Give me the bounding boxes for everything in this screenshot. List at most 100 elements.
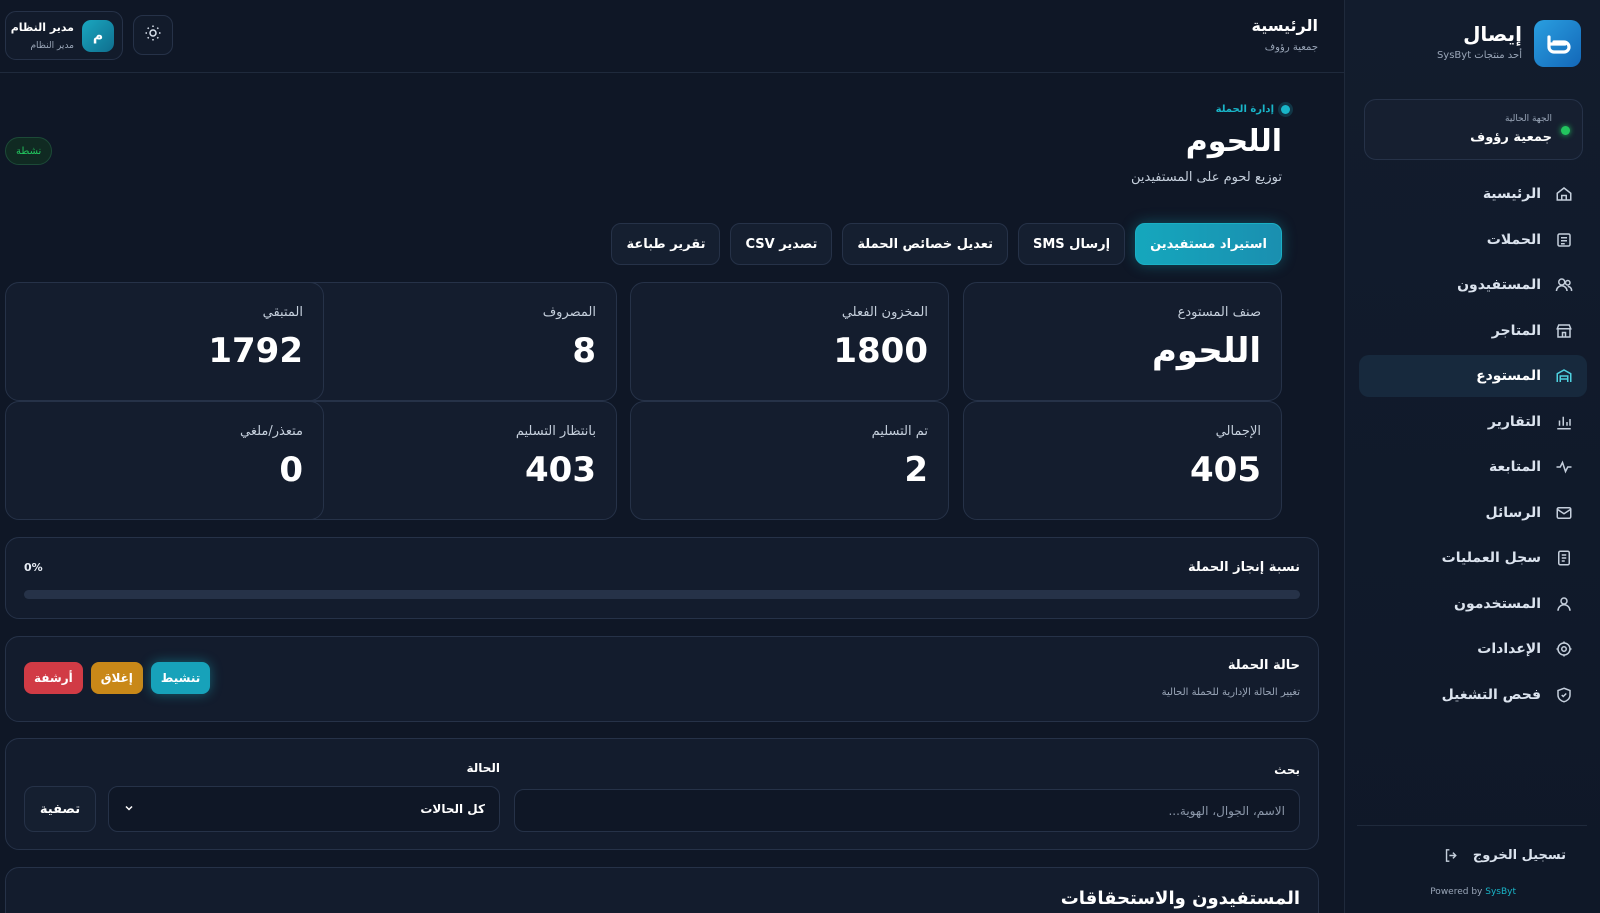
sidebar-item-label: المتابعة — [1488, 459, 1541, 475]
sidebar-item-label: المستخدمون — [1454, 595, 1541, 612]
status-select-value: كل الحالات — [420, 802, 485, 816]
stat-card-stock: المخزون الفعلي 1800 — [630, 282, 949, 401]
stat-card-remaining: المتبقي 1792 — [5, 282, 324, 401]
sidebar-item-health-check[interactable]: فحص التشغيل — [1359, 674, 1587, 716]
stat-card-spent: المصروف 8 — [298, 282, 617, 401]
sidebar-item-messages[interactable]: الرسائل — [1359, 492, 1587, 534]
log-icon — [1555, 549, 1573, 567]
edit-campaign-button[interactable]: تعديل خصائص الحملة — [842, 223, 1008, 265]
breadcrumb-label[interactable]: إدارة الحملة — [1216, 104, 1274, 115]
sidebar-item-beneficiaries[interactable]: المستفيدون — [1359, 264, 1587, 306]
beneficiaries-panel: المستفيدون والاستحقاقات — [5, 867, 1319, 913]
stat-label: متعذر/ملغي — [239, 424, 303, 439]
current-entity-card[interactable]: الجهة الحالية جمعية رؤوف — [1364, 99, 1583, 160]
close-campaign-button[interactable]: إغلاق — [90, 662, 143, 694]
breadcrumb: إدارة الحملة — [1216, 104, 1290, 115]
action-toolbar: استيراد مستفيدين إرسال SMS تعديل خصائص ا… — [611, 223, 1282, 265]
search-input[interactable] — [514, 789, 1300, 832]
user-role: مدير النظام — [30, 41, 74, 51]
breadcrumb-dot — [1281, 105, 1290, 114]
stat-value: 0 — [279, 450, 303, 490]
progress-title: نسبة إنجاز الحملة — [1187, 560, 1300, 575]
sidebar-item-stores[interactable]: المتاجر — [1359, 310, 1587, 352]
logout-icon — [1443, 846, 1461, 864]
stat-value: 1800 — [833, 331, 928, 371]
send-sms-button[interactable]: إرسال SMS — [1017, 223, 1126, 265]
campaign-status-subtitle: تغيير الحالة الإدارية للحملة الحالية — [1161, 687, 1300, 698]
powered-by-prefix: Powered by — [1430, 887, 1486, 897]
sidebar-item-settings[interactable]: الإعدادات — [1359, 628, 1587, 670]
activate-button[interactable]: تنشيط — [150, 662, 211, 694]
user-name: مدير النظام — [10, 21, 74, 34]
shield-icon — [1555, 686, 1573, 704]
sidebar-item-label: المتاجر — [1491, 322, 1541, 339]
stat-label: تم التسليم — [871, 424, 928, 439]
gear-icon — [1555, 640, 1573, 658]
sidebar-item-reports[interactable]: التقارير — [1359, 401, 1587, 443]
sidebar-item-campaigns[interactable]: الحملات — [1359, 219, 1587, 261]
search-label: بحث — [1274, 763, 1300, 777]
logout-button[interactable]: تسجيل الخروج — [1443, 846, 1566, 864]
campaigns-icon — [1555, 231, 1573, 249]
sidebar-item-label: الرئيسية — [1482, 186, 1541, 202]
stat-value: اللحوم — [1151, 331, 1261, 371]
stat-label: بانتظار التسليم — [515, 424, 596, 439]
sidebar: إيصال أحد منتجات SysByt الجهة الحالية جم… — [1344, 0, 1600, 913]
sidebar-item-label: الإعدادات — [1477, 641, 1541, 657]
warehouse-icon — [1555, 367, 1573, 385]
home-icon — [1555, 185, 1573, 203]
sidebar-divider — [1357, 825, 1587, 826]
sidebar-item-label: الرسائل — [1485, 504, 1541, 521]
sidebar-item-users[interactable]: المستخدمون — [1359, 583, 1587, 625]
sidebar-item-label: فحص التشغيل — [1441, 686, 1541, 703]
user-menu[interactable]: م مدير النظام مدير النظام — [5, 11, 123, 60]
sidebar-item-monitoring[interactable]: المتابعة — [1359, 446, 1587, 488]
user-icon — [1555, 595, 1573, 613]
stat-card-failed: متعذر/ملغي 0 — [5, 401, 324, 520]
activity-icon — [1555, 458, 1573, 476]
brand-logo — [1534, 20, 1581, 67]
import-beneficiaries-button[interactable]: استيراد مستفيدين — [1135, 223, 1282, 265]
brand-name: إيصال — [1463, 22, 1522, 46]
powered-by-brand[interactable]: SysByt — [1485, 887, 1516, 897]
print-report-button[interactable]: تقرير طباعة — [611, 223, 721, 265]
sidebar-item-label: سجل العمليات — [1441, 550, 1541, 566]
stat-value: 2 — [904, 450, 928, 490]
topbar: الرئيسية جمعية رؤوف م مدير النظام مدير ا… — [0, 0, 1344, 73]
filter-button[interactable]: تصفية — [24, 786, 96, 832]
bar-chart-icon — [1555, 413, 1573, 431]
filters-panel: بحث الحالة كل الحالات تصفية — [5, 738, 1319, 850]
progress-panel: نسبة إنجاز الحملة 0% — [5, 537, 1319, 619]
theme-toggle-button[interactable] — [133, 15, 173, 55]
sidebar-nav: الرئيسية الحملات المستفيدون المتاجر المس… — [1359, 173, 1587, 719]
sidebar-item-label: المستودع — [1476, 368, 1541, 384]
topbar-subtitle: جمعية رؤوف — [1264, 42, 1318, 53]
sidebar-item-warehouse[interactable]: المستودع — [1359, 355, 1587, 397]
stat-label: المصروف — [542, 305, 596, 320]
entity-label: الجهة الحالية — [1505, 114, 1552, 124]
stat-value: 1792 — [208, 331, 303, 371]
avatar: م — [82, 20, 114, 52]
stat-label: المخزون الفعلي — [841, 305, 928, 320]
stat-card-delivered: تم التسليم 2 — [630, 401, 949, 520]
beneficiaries-title: المستفيدون والاستحقاقات — [1060, 888, 1300, 909]
brand[interactable]: إيصال أحد منتجات SysByt — [1361, 20, 1581, 68]
campaign-status-actions: أرشفة إغلاق تنشيط — [24, 662, 211, 694]
progress-percent: 0% — [24, 561, 43, 574]
archive-button[interactable]: أرشفة — [24, 662, 83, 694]
status-select[interactable]: كل الحالات — [108, 786, 500, 832]
stat-label: صنف المستودع — [1177, 305, 1261, 320]
stat-label: المتبقي — [262, 305, 303, 320]
topbar-title: الرئيسية — [1251, 16, 1319, 35]
sidebar-item-operations-log[interactable]: سجل العمليات — [1359, 537, 1587, 579]
message-icon — [1555, 504, 1573, 522]
sun-icon — [144, 24, 162, 46]
progress-bar — [24, 590, 1300, 599]
stat-card-category: صنف المستودع اللحوم — [963, 282, 1282, 401]
export-csv-button[interactable]: تصدير CSV — [730, 223, 833, 265]
stat-card-total: الإجمالي 405 — [963, 401, 1282, 520]
sidebar-item-label: المستفيدون — [1457, 277, 1541, 293]
stat-label: الإجمالي — [1215, 424, 1261, 439]
sidebar-item-home[interactable]: الرئيسية — [1359, 173, 1587, 215]
sidebar-item-label: الحملات — [1486, 231, 1541, 248]
